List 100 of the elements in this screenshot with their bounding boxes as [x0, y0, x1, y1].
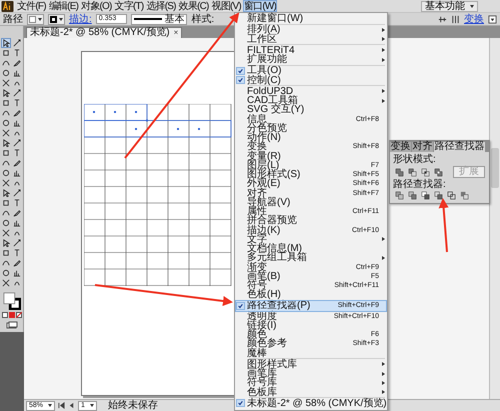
workspace-switcher[interactable]: 基本功能: [421, 0, 478, 12]
tool-icon[interactable]: [12, 248, 22, 258]
menu-item[interactable]: 文档信息(M): [235, 244, 387, 254]
color-mode-icon[interactable]: [2, 312, 8, 318]
fill-swatch[interactable]: [27, 14, 44, 24]
align-icon[interactable]: [438, 14, 447, 24]
menu-item[interactable]: FoldUP3D: [235, 86, 387, 96]
close-tab-button[interactable]: ×: [174, 29, 178, 37]
tool-icon[interactable]: [12, 48, 22, 58]
tool-icon[interactable]: [12, 68, 22, 78]
outline-icon[interactable]: [447, 191, 456, 200]
tool-icon[interactable]: [1, 48, 11, 58]
menu-item[interactable]: 动作(N): [235, 133, 387, 142]
tool-icon[interactable]: [12, 168, 22, 178]
menu-item[interactable]: 魔棒: [235, 348, 387, 358]
panel-tab[interactable]: 对齐: [412, 142, 433, 152]
menu-item[interactable]: 新建窗口(W): [235, 14, 387, 24]
tool-icon[interactable]: [1, 198, 11, 208]
menu-item[interactable]: 排列(A): [235, 25, 387, 34]
menu-bar-item[interactable]: 视图(V): [210, 0, 242, 12]
document-tab[interactable]: 未标题-2* @ 58% (CMYK/预览) ×: [26, 27, 182, 38]
tool-icon[interactable]: [1, 268, 11, 278]
stroke-link[interactable]: 描边:: [69, 14, 92, 24]
menu-bar-item[interactable]: 文件(F): [16, 0, 47, 12]
tool-icon[interactable]: [12, 188, 22, 198]
menu-item[interactable]: 工具(O): [235, 66, 387, 76]
tool-icon[interactable]: [12, 148, 22, 158]
crop-icon[interactable]: [434, 191, 443, 200]
exclude-icon[interactable]: [434, 168, 443, 176]
tool-icon[interactable]: [12, 118, 22, 128]
tool-icon[interactable]: [1, 138, 11, 148]
transform-link[interactable]: 变换: [464, 14, 484, 24]
tool-icon[interactable]: [1, 88, 11, 98]
tool-icon[interactable]: [12, 238, 22, 248]
tool-icon[interactable]: [1, 38, 11, 48]
minus-front-icon[interactable]: [408, 168, 417, 176]
menu-item[interactable]: 多元组工具箱: [235, 253, 387, 262]
panel-tab[interactable]: 路径查找器: [434, 142, 485, 152]
fill-stroke-icon[interactable]: [2, 292, 20, 310]
none-mode-icon[interactable]: [16, 312, 22, 318]
menu-bar-item[interactable]: 效果(C): [178, 0, 210, 12]
tool-icon[interactable]: [1, 128, 11, 138]
menu-item[interactable]: 链接(I): [235, 320, 387, 330]
vertical-scrollbar[interactable]: [489, 38, 500, 399]
tool-icon[interactable]: [1, 58, 11, 68]
menu-item[interactable]: 分色预览: [235, 124, 387, 133]
menu-item[interactable]: 控制(C): [235, 76, 387, 85]
menu-bar-item[interactable]: 窗口(W): [242, 0, 278, 12]
menu-item[interactable]: 符号库: [235, 378, 387, 388]
tool-icon[interactable]: [1, 78, 11, 88]
tool-icon[interactable]: [12, 158, 22, 168]
previous-page-icon[interactable]: [68, 402, 76, 409]
tool-icon[interactable]: [1, 178, 11, 188]
minus-back-icon[interactable]: [460, 191, 469, 200]
tool-icon[interactable]: [1, 218, 11, 228]
distribute-icon[interactable]: [451, 14, 460, 24]
tool-icon[interactable]: [1, 158, 11, 168]
trim-icon[interactable]: [408, 191, 417, 200]
tool-icon[interactable]: [12, 58, 22, 68]
menu-item[interactable]: 扩展功能: [235, 55, 387, 64]
menu-item[interactable]: 未标题-2* @ 58% (CMYK/预览): [235, 398, 387, 408]
tool-icon[interactable]: [12, 88, 22, 98]
tool-icon[interactable]: [12, 218, 22, 228]
tool-icon[interactable]: [1, 98, 11, 108]
tool-icon[interactable]: [1, 108, 11, 118]
tool-icon[interactable]: [12, 98, 22, 108]
menu-bar-item[interactable]: 文字(T): [114, 0, 144, 12]
panel-menu-icon[interactable]: [488, 14, 497, 24]
menu-item[interactable]: SVG 交互(Y): [235, 105, 387, 114]
tool-icon[interactable]: [12, 258, 22, 268]
stroke-swatch[interactable]: [48, 14, 65, 24]
menu-item[interactable]: 图形样式库: [235, 360, 387, 369]
divide-icon[interactable]: [395, 191, 404, 200]
screen-mode-icon[interactable]: [6, 321, 18, 329]
tool-icon[interactable]: [12, 138, 22, 148]
tool-icon[interactable]: [1, 238, 11, 248]
menu-item[interactable]: 色板(H): [235, 290, 387, 300]
tool-icon[interactable]: [12, 38, 22, 48]
menu-bar-item[interactable]: 编辑(E): [48, 0, 80, 12]
tool-icon[interactable]: [1, 228, 11, 238]
menu-item[interactable]: 导航器(V): [235, 198, 387, 207]
menu-item[interactable]: 变量(R): [235, 152, 387, 161]
menu-item[interactable]: 拼合器预览: [235, 216, 387, 226]
menu-bar-item[interactable]: 对象(O): [80, 0, 113, 12]
tool-icon[interactable]: [12, 208, 22, 218]
tool-icon[interactable]: [12, 268, 22, 278]
menu-item[interactable]: FILTERiT4: [235, 46, 387, 55]
menu-item[interactable]: 文字: [235, 234, 387, 244]
menu-item[interactable]: 色板库: [235, 388, 387, 397]
tool-icon[interactable]: [1, 118, 11, 128]
tool-icon[interactable]: [1, 68, 11, 78]
gradient-mode-icon[interactable]: [8, 312, 14, 318]
merge-icon[interactable]: [421, 191, 430, 200]
tool-icon[interactable]: [1, 168, 11, 178]
tool-icon[interactable]: [1, 188, 11, 198]
tool-icon[interactable]: [12, 108, 22, 118]
brush-dropdown[interactable]: 基本: [131, 14, 188, 24]
tool-icon[interactable]: [1, 258, 11, 268]
tool-icon[interactable]: [1, 148, 11, 158]
first-page-icon[interactable]: [58, 402, 66, 409]
